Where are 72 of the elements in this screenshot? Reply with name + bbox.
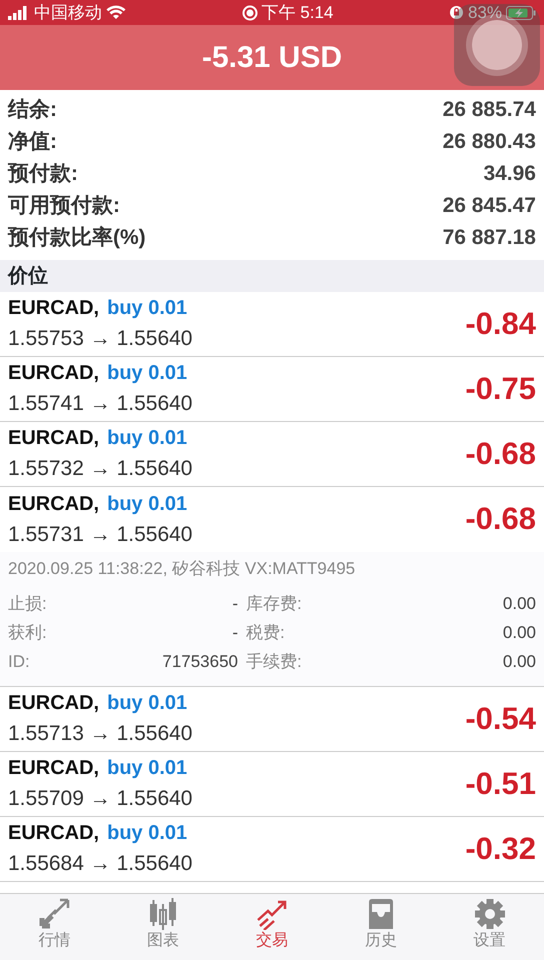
detail-label: ID:	[8, 651, 30, 674]
symbol-name: EURCAD,	[8, 361, 100, 386]
price-change: 1.55713 → 1.55640	[8, 721, 192, 748]
order-type: buy 0.01	[107, 296, 188, 322]
order-type: buy 0.01	[107, 426, 188, 452]
clock-time: 下午 5:14	[262, 2, 334, 24]
position-row[interactable]: EURCAD, buy 0.01 1.55731 → 1.55640 -0.68	[0, 487, 544, 552]
position-profit: -0.32	[465, 830, 536, 868]
summary-value: 26 880.43	[442, 129, 536, 156]
detail-value: 0.00	[502, 593, 536, 616]
summary-label: 净值:	[8, 129, 57, 156]
detail-value: 71753650	[162, 651, 238, 674]
summary-label: 可用预付款:	[8, 193, 120, 220]
order-type: buy 0.01	[107, 361, 188, 386]
arrows-icon	[38, 898, 70, 930]
detail-label: 手续费:	[246, 651, 302, 674]
position-row[interactable]: EURCAD, buy 0.01 1.55684 → 1.55640 -0.32	[0, 817, 544, 882]
wifi-icon	[106, 5, 126, 20]
detail-label: 税费:	[246, 622, 285, 644]
tab-bar-item[interactable]: 交易	[218, 894, 326, 960]
trend-icon	[256, 898, 288, 930]
battery-percent: 83%	[468, 2, 502, 24]
summary-label: 预付款:	[8, 161, 78, 188]
symbol-name: EURCAD,	[8, 691, 100, 716]
position-profit: -0.68	[465, 500, 536, 538]
rotation-lock-icon	[448, 5, 464, 20]
price-change: 1.55709 → 1.55640	[8, 786, 192, 812]
carrier-name: 中国移动	[34, 2, 102, 24]
summary-label: 结余:	[8, 97, 57, 124]
open-time: 2020.09.25 11:38:22, 矽谷科技 VX:MATT9495	[8, 558, 356, 580]
position-row[interactable]: EURCAD, buy 0.01 1.55732 → 1.55640 -0.68	[0, 422, 544, 487]
symbol-name: EURCAD,	[8, 426, 100, 452]
detail-label: 止损:	[8, 593, 47, 616]
symbol-name: EURCAD,	[8, 756, 100, 782]
position-row[interactable]: EURCAD, buy 0.01 1.55753 → 1.55640 -0.84	[0, 292, 544, 357]
detail-value: -	[232, 622, 238, 644]
symbol-name: EURCAD,	[8, 492, 100, 517]
price-change: 1.55732 → 1.55640	[8, 456, 192, 482]
position-row[interactable]: EURCAD, buy 0.01 1.55713 → 1.55640 -0.54	[0, 687, 544, 752]
detail-value: 0.00	[502, 651, 536, 674]
position-profit: -0.51	[465, 764, 536, 803]
detail-value: -	[232, 593, 238, 616]
summary-label: 预付款比率(%)	[8, 224, 146, 252]
assistive-touch-button[interactable]	[454, 4, 540, 86]
price-change: 1.55741 → 1.55640	[8, 391, 192, 418]
position-row[interactable]: EURCAD, buy 0.01 1.55741 → 1.55640 -0.75	[0, 357, 544, 422]
price-change: 1.55753 → 1.55640	[8, 326, 192, 352]
balance-profit: -5.31 USD	[202, 40, 342, 76]
settings-icon	[474, 898, 506, 930]
summary-value: 26 885.74	[442, 97, 536, 124]
summary-value: 26 845.47	[442, 193, 536, 220]
battery-icon	[506, 6, 536, 20]
price-change: 1.55731 → 1.55640	[8, 522, 192, 548]
order-type: buy 0.01	[107, 756, 188, 782]
detail-label: 库存费:	[246, 593, 302, 616]
summary-value: 76 887.18	[442, 225, 536, 252]
order-type: buy 0.01	[107, 691, 188, 716]
symbol-name: EURCAD,	[8, 821, 100, 846]
position-profit: -0.84	[465, 304, 536, 343]
position-row[interactable]: EURCAD, buy 0.01 1.55709 → 1.55640 -0.51	[0, 752, 544, 817]
detail-value: 0.00	[502, 622, 536, 644]
position-profit: -0.75	[465, 370, 536, 408]
order-type: buy 0.01	[107, 821, 188, 846]
price-change: 1.55684 → 1.55640	[8, 851, 192, 878]
position-profit: -0.68	[465, 434, 536, 473]
record-icon	[242, 4, 258, 20]
section-title: 价位	[8, 264, 48, 289]
symbol-name: EURCAD,	[8, 296, 100, 322]
order-type: buy 0.01	[107, 492, 188, 517]
position-profit: -0.54	[465, 700, 536, 738]
detail-label: 获利:	[8, 622, 47, 644]
summary-value: 34.96	[483, 161, 536, 188]
